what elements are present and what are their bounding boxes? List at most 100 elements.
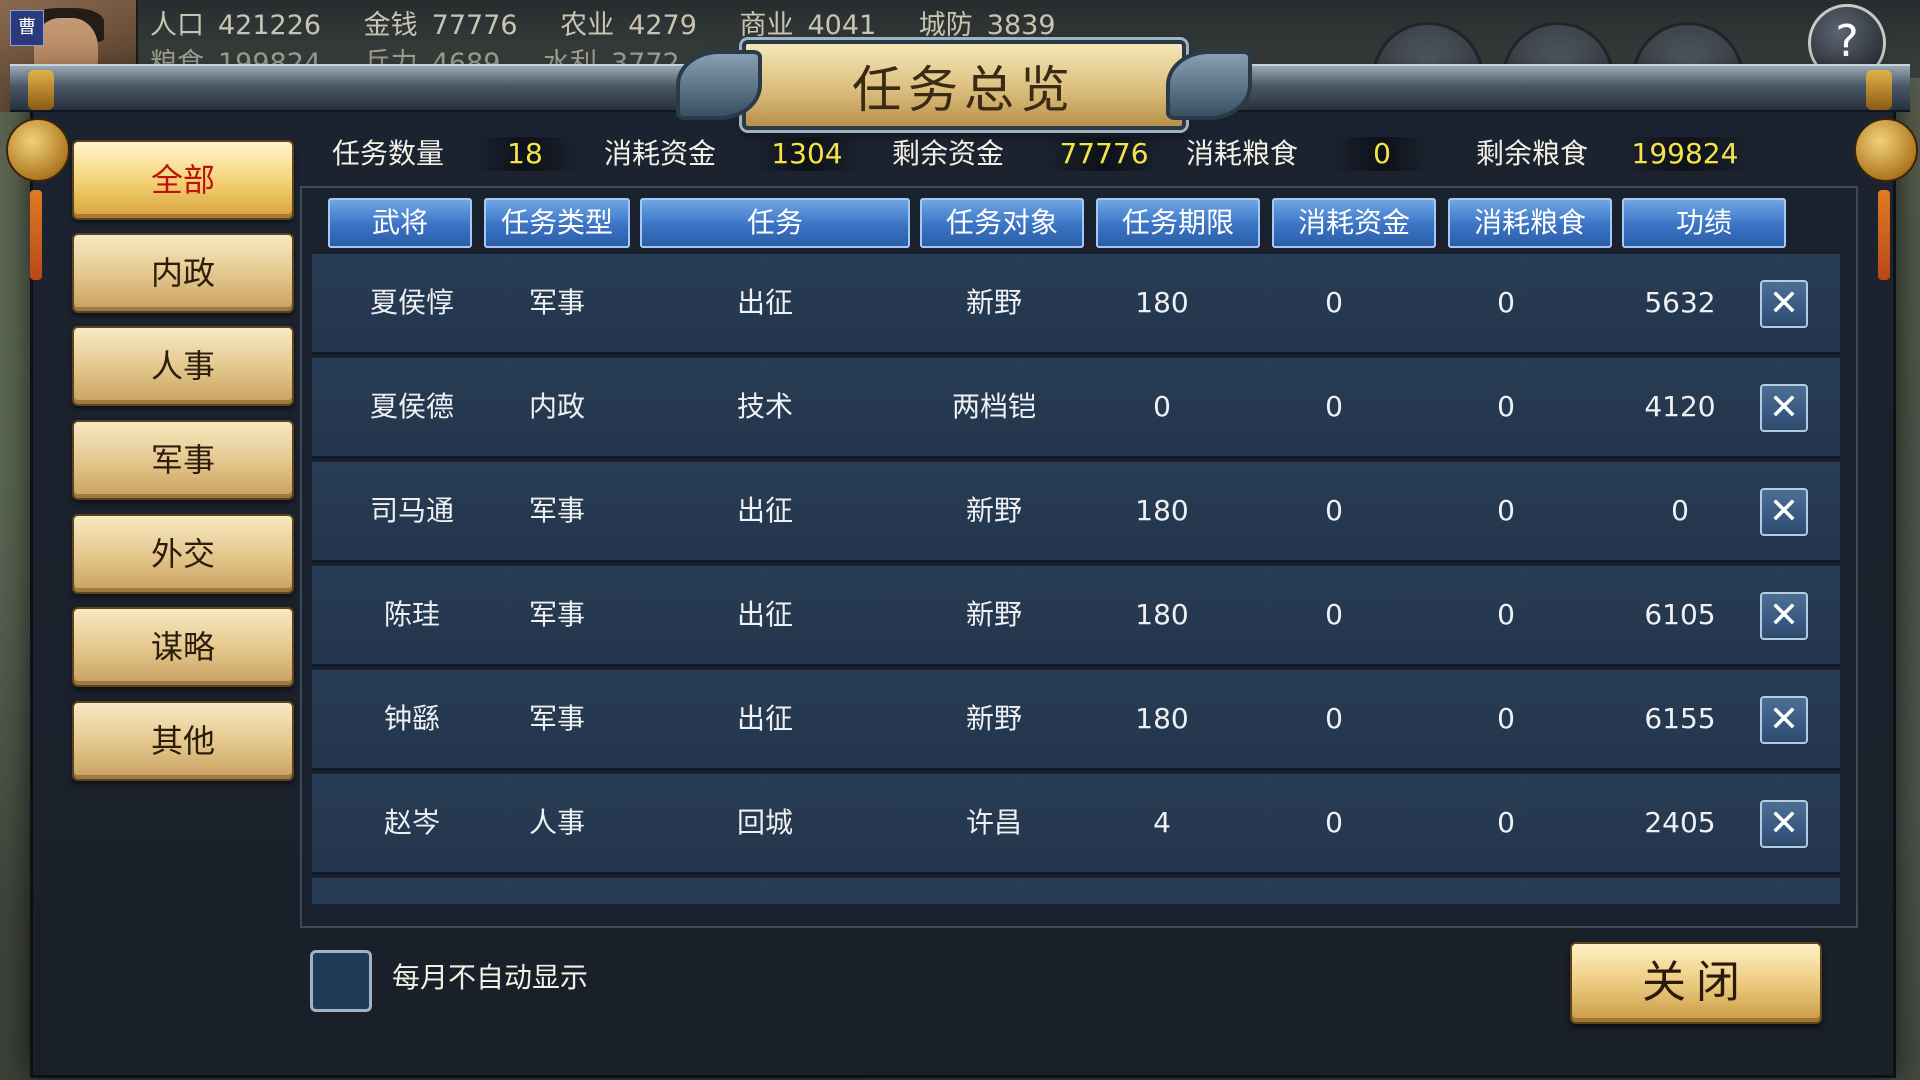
cell-task-type: 军事 (528, 494, 585, 527)
cancel-task-close-icon[interactable]: ✕ (1760, 696, 1808, 744)
header-merit[interactable]: 功绩 (1622, 198, 1786, 248)
cell-term: 180 (1135, 494, 1189, 527)
stat-value: 4279 (628, 10, 697, 41)
task-table-body: 夏侯惇 军事 出征 新野 180 0 0 5632 ✕ 夏侯德 内政 技术 两档铠 0 0 0 4120 ✕ 司马通… (312, 254, 1840, 904)
cell-task: 出征 (736, 286, 793, 319)
cell-cost-food: 0 (1497, 390, 1515, 423)
table-row[interactable]: 夏侯惇 军事 出征 新野 180 0 0 5632 ✕ (312, 254, 1840, 355)
cancel-task-close-icon[interactable]: ✕ (1760, 592, 1808, 640)
remain-food-label: 剩余粮食 (1476, 137, 1589, 170)
stat-label: 人口 (150, 10, 204, 41)
header-target[interactable]: 任务对象 (920, 198, 1084, 248)
cell-task-type: 人事 (528, 806, 585, 839)
cell-target: 许昌 (965, 806, 1022, 839)
cost-gold-value: 1304 (752, 137, 862, 171)
cell-target: 新野 (965, 598, 1022, 631)
cell-task: 出征 (736, 494, 793, 527)
table-row[interactable]: 赵岑 人事 回城 许昌 4 0 0 2405 ✕ (312, 774, 1840, 875)
dialog-title-plaque: 任务总览 (676, 40, 1252, 130)
cell-merit: 5632 (1644, 286, 1716, 319)
cell-cost-gold: 0 (1325, 286, 1343, 319)
auto-show-checkbox-label: 每月不自动显示 (392, 961, 589, 994)
task-count-value: 18 (470, 137, 580, 171)
task-summary: 任务数量 18 消耗资金 1304 剩余资金 77776 消耗粮食 0 剩余粮食… (332, 132, 1812, 176)
cancel-task-close-icon[interactable]: ✕ (1760, 280, 1808, 328)
cell-cost-gold: 0 (1325, 598, 1343, 631)
cell-task-type: 军事 (528, 598, 585, 631)
stat-label: 城防 (918, 10, 973, 41)
cell-cost-gold: 0 (1325, 390, 1343, 423)
medallion-right-icon (1854, 118, 1918, 182)
remain-gold-label: 剩余资金 (892, 137, 1005, 170)
cell-cost-food: 0 (1497, 286, 1515, 319)
table-row[interactable]: 陈珪 军事 出征 新野 180 0 0 6105 ✕ (312, 566, 1840, 667)
cell-cost-gold: 0 (1325, 494, 1343, 527)
cell-term: 180 (1135, 598, 1189, 631)
tassel-right (1878, 190, 1890, 280)
cell-task: 回城 (736, 806, 793, 839)
category-diplomacy[interactable]: 外交 (72, 514, 294, 594)
cell-task-type: 军事 (528, 702, 585, 735)
cell-merit: 2405 (1644, 806, 1716, 839)
cell-merit: 4120 (1644, 390, 1716, 423)
medallion-left-icon (6, 118, 70, 182)
rail-cap-left (28, 70, 54, 110)
header-cost-gold[interactable]: 消耗资金 (1272, 198, 1436, 248)
cell-target: 新野 (965, 286, 1022, 319)
cell-cost-gold: 0 (1325, 806, 1343, 839)
cancel-task-close-icon[interactable]: ✕ (1760, 488, 1808, 536)
remain-food-value: 199824 (1620, 137, 1750, 171)
cell-merit: 6105 (1644, 598, 1716, 631)
stat-label: 金钱 (363, 10, 418, 41)
table-row[interactable]: 夏侯德 内政 技术 两档铠 0 0 0 4120 ✕ (312, 358, 1840, 459)
rail-cap-right (1866, 70, 1892, 110)
close-button[interactable]: 关闭 (1570, 942, 1822, 1024)
category-all[interactable]: 全部 (72, 140, 294, 220)
dialog-title: 任务总览 (852, 61, 1076, 119)
header-task[interactable]: 任务 (640, 198, 910, 248)
category-strategy[interactable]: 谋略 (72, 607, 294, 687)
category-other[interactable]: 其他 (72, 701, 294, 781)
cell-cost-food: 0 (1497, 702, 1515, 735)
cell-task-type: 内政 (528, 390, 585, 423)
cost-food-label: 消耗粮食 (1186, 137, 1299, 170)
cell-merit: 0 (1671, 494, 1689, 527)
auto-show-checkbox[interactable] (310, 950, 372, 1012)
cell-target: 新野 (965, 702, 1022, 735)
stat-label: 商业 (739, 10, 794, 41)
stat-value: 421226 (218, 10, 322, 41)
cell-cost-gold: 0 (1325, 702, 1343, 735)
cost-gold-label: 消耗资金 (604, 137, 717, 170)
cell-task: 出征 (736, 702, 793, 735)
table-row[interactable]: ✕ (312, 878, 1840, 904)
table-row[interactable]: 钟繇 军事 出征 新野 180 0 0 6155 ✕ (312, 670, 1840, 771)
cell-term: 0 (1153, 390, 1171, 423)
cell-cost-food: 0 (1497, 806, 1515, 839)
cancel-task-close-icon[interactable]: ✕ (1760, 384, 1808, 432)
cell-merit: 6155 (1644, 702, 1716, 735)
stat-label: 农业 (560, 10, 615, 41)
header-task-type[interactable]: 任务类型 (484, 198, 630, 248)
task-count-label: 任务数量 (332, 137, 445, 170)
cancel-task-close-icon[interactable]: ✕ (1760, 800, 1808, 848)
stat-value: 77776 (431, 10, 518, 41)
remain-gold-value: 77776 (1044, 137, 1164, 171)
faction-badge: 曹 (10, 10, 44, 46)
category-personnel[interactable]: 人事 (72, 326, 294, 406)
cell-task: 技术 (736, 390, 793, 423)
cell-cost-food: 0 (1497, 494, 1515, 527)
category-internal[interactable]: 内政 (72, 233, 294, 313)
header-term[interactable]: 任务期限 (1096, 198, 1260, 248)
cell-task-type: 军事 (528, 286, 585, 319)
cell-term: 180 (1135, 702, 1189, 735)
category-military[interactable]: 军事 (72, 420, 294, 500)
stat-value: 3839 (986, 10, 1056, 41)
tassel-left (30, 190, 42, 280)
header-general[interactable]: 武将 (328, 198, 472, 248)
table-row[interactable]: 司马通 军事 出征 新野 180 0 0 0 ✕ (312, 462, 1840, 563)
header-cost-food[interactable]: 消耗粮食 (1448, 198, 1612, 248)
cell-term: 4 (1153, 806, 1171, 839)
cell-cost-food: 0 (1497, 598, 1515, 631)
stat-value: 4041 (807, 10, 877, 41)
cell-task: 出征 (736, 598, 793, 631)
